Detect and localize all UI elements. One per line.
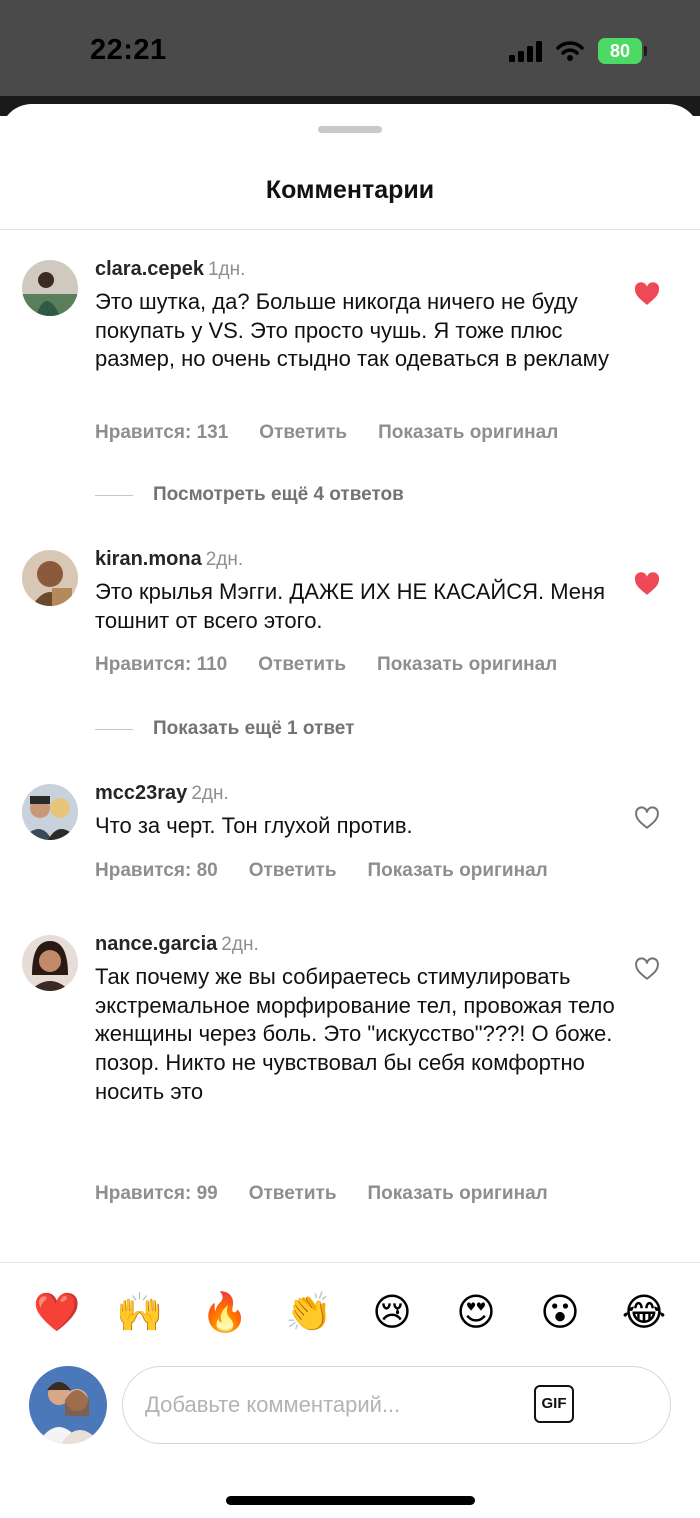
gif-button[interactable]: GIF xyxy=(534,1385,574,1423)
comment-username[interactable]: kiran.mona xyxy=(95,548,202,570)
comment-actions: Нравится: 99 Ответить Показать оригинал xyxy=(95,1183,548,1205)
current-user-avatar xyxy=(29,1366,107,1444)
avatar[interactable] xyxy=(22,260,78,316)
view-replies-label: Посмотреть ещё 4 ответов xyxy=(153,484,404,505)
heart-filled-icon[interactable] xyxy=(634,282,660,306)
status-time: 22:21 xyxy=(90,34,167,66)
comment-header: mcc23ray 2дн. xyxy=(95,782,229,805)
show-original-button[interactable]: Показать оригинал xyxy=(368,860,548,882)
reply-button[interactable]: Ответить xyxy=(259,422,347,444)
view-replies-button[interactable]: Показать ещё 1 ответ xyxy=(95,718,354,740)
comment-username[interactable]: clara.cepek xyxy=(95,258,204,280)
comment-header: kiran.mona 2дн. xyxy=(95,548,243,571)
quick-reactions: ❤️ 🙌 🔥 👏 😢 😍 😮 😂 xyxy=(0,1289,700,1337)
avatar[interactable] xyxy=(22,935,78,991)
comment-actions: Нравится: 110 Ответить Показать оригинал xyxy=(95,654,557,676)
laughing-emoji-button[interactable]: 😂 xyxy=(621,1289,667,1335)
status-icons: 80 xyxy=(509,38,647,64)
crying-emoji-button[interactable]: 😢 xyxy=(369,1289,415,1335)
likes-count[interactable]: Нравится: 99 xyxy=(95,1183,218,1205)
comment-age: 2дн. xyxy=(221,934,259,955)
comment-age: 2дн. xyxy=(191,783,229,804)
home-indicator[interactable] xyxy=(226,1496,475,1505)
likes-count[interactable]: Нравится: 110 xyxy=(95,654,227,676)
comment-item: mcc23ray 2дн. Что за черт. Тон глухой про… xyxy=(0,782,700,892)
heart-emoji-button[interactable]: ❤️ xyxy=(33,1289,80,1335)
battery-icon: 80 xyxy=(598,38,647,64)
comment-actions: Нравится: 131 Ответить Показать оригинал xyxy=(95,422,558,444)
comment-age: 1дн. xyxy=(207,259,246,280)
divider xyxy=(0,229,700,230)
comment-text: Что за черт. Тон глухой против. xyxy=(95,813,413,838)
comment-input[interactable]: Добавьте комментарий... GIF xyxy=(122,1366,671,1444)
avatar[interactable] xyxy=(22,784,78,840)
heart-filled-icon[interactable] xyxy=(634,572,660,596)
show-original-button[interactable]: Показать оригинал xyxy=(378,422,558,444)
comment-actions: Нравится: 80 Ответить Показать оригинал xyxy=(95,860,548,882)
comment-header: nance.garcia 2дн. xyxy=(95,933,259,956)
cellular-signal-icon xyxy=(509,40,542,62)
heart-outline-icon[interactable] xyxy=(634,806,660,830)
likes-count[interactable]: Нравится: 80 xyxy=(95,860,218,882)
comment-age: 2дн. xyxy=(205,549,244,570)
view-replies-label: Показать ещё 1 ответ xyxy=(153,718,355,739)
comment-composer-panel: ❤️ 🙌 🔥 👏 😢 😍 😮 😂 Добавьте комментарий...… xyxy=(0,1262,700,1518)
comment-input-placeholder: Добавьте комментарий... xyxy=(145,1392,401,1417)
sheet-title: Комментарии xyxy=(265,176,435,204)
show-original-button[interactable]: Показать оригинал xyxy=(368,1183,548,1205)
comment-username[interactable]: mcc23ray xyxy=(95,782,187,804)
clapping-emoji-button[interactable]: 👏 xyxy=(285,1289,332,1335)
comment-text: Это шутка, да? Больше никогда ничего не … xyxy=(95,289,609,372)
wifi-icon xyxy=(556,41,584,61)
fire-emoji-button[interactable]: 🔥 xyxy=(201,1289,248,1335)
raised-hands-emoji-button[interactable]: 🙌 xyxy=(116,1289,163,1335)
battery-level: 80 xyxy=(609,40,631,61)
replies-line xyxy=(95,728,133,730)
surprised-emoji-button[interactable]: 😮 xyxy=(537,1289,583,1335)
reply-button[interactable]: Ответить xyxy=(249,860,337,882)
heart-outline-icon[interactable] xyxy=(634,957,660,981)
replies-line xyxy=(95,494,133,496)
avatar[interactable] xyxy=(22,550,78,606)
show-original-button[interactable]: Показать оригинал xyxy=(377,654,557,676)
comment-item: kiran.mona 2дн. Это крылья Мэгги. ДАЖЕ ИХ… xyxy=(0,548,700,678)
reply-button[interactable]: Ответить xyxy=(258,654,346,676)
heart-eyes-emoji-button[interactable]: 😍 xyxy=(453,1289,499,1335)
sheet-grabber-handle[interactable] xyxy=(318,126,382,133)
comment-text: Так почему же вы собираетесь стимулирова… xyxy=(95,964,615,1104)
status-bar: 22:21 80 xyxy=(0,0,700,96)
comment-item: clara.cepek 1дн. Это шутка, да? Больше ни… xyxy=(0,258,700,458)
comment-username[interactable]: nance.garcia xyxy=(95,933,217,955)
view-replies-button[interactable]: Посмотреть ещё 4 ответов xyxy=(95,484,404,506)
comment-header: clara.cepek 1дн. xyxy=(95,258,245,281)
likes-count[interactable]: Нравится: 131 xyxy=(95,422,228,444)
comment-item: nance.garcia 2дн. Так почему же вы собира… xyxy=(0,933,700,1205)
reply-button[interactable]: Ответить xyxy=(249,1183,337,1205)
comment-text: Это крылья Мэгги. ДАЖЕ ИХ НЕ КАСАЙСЯ. Ме… xyxy=(95,579,606,633)
